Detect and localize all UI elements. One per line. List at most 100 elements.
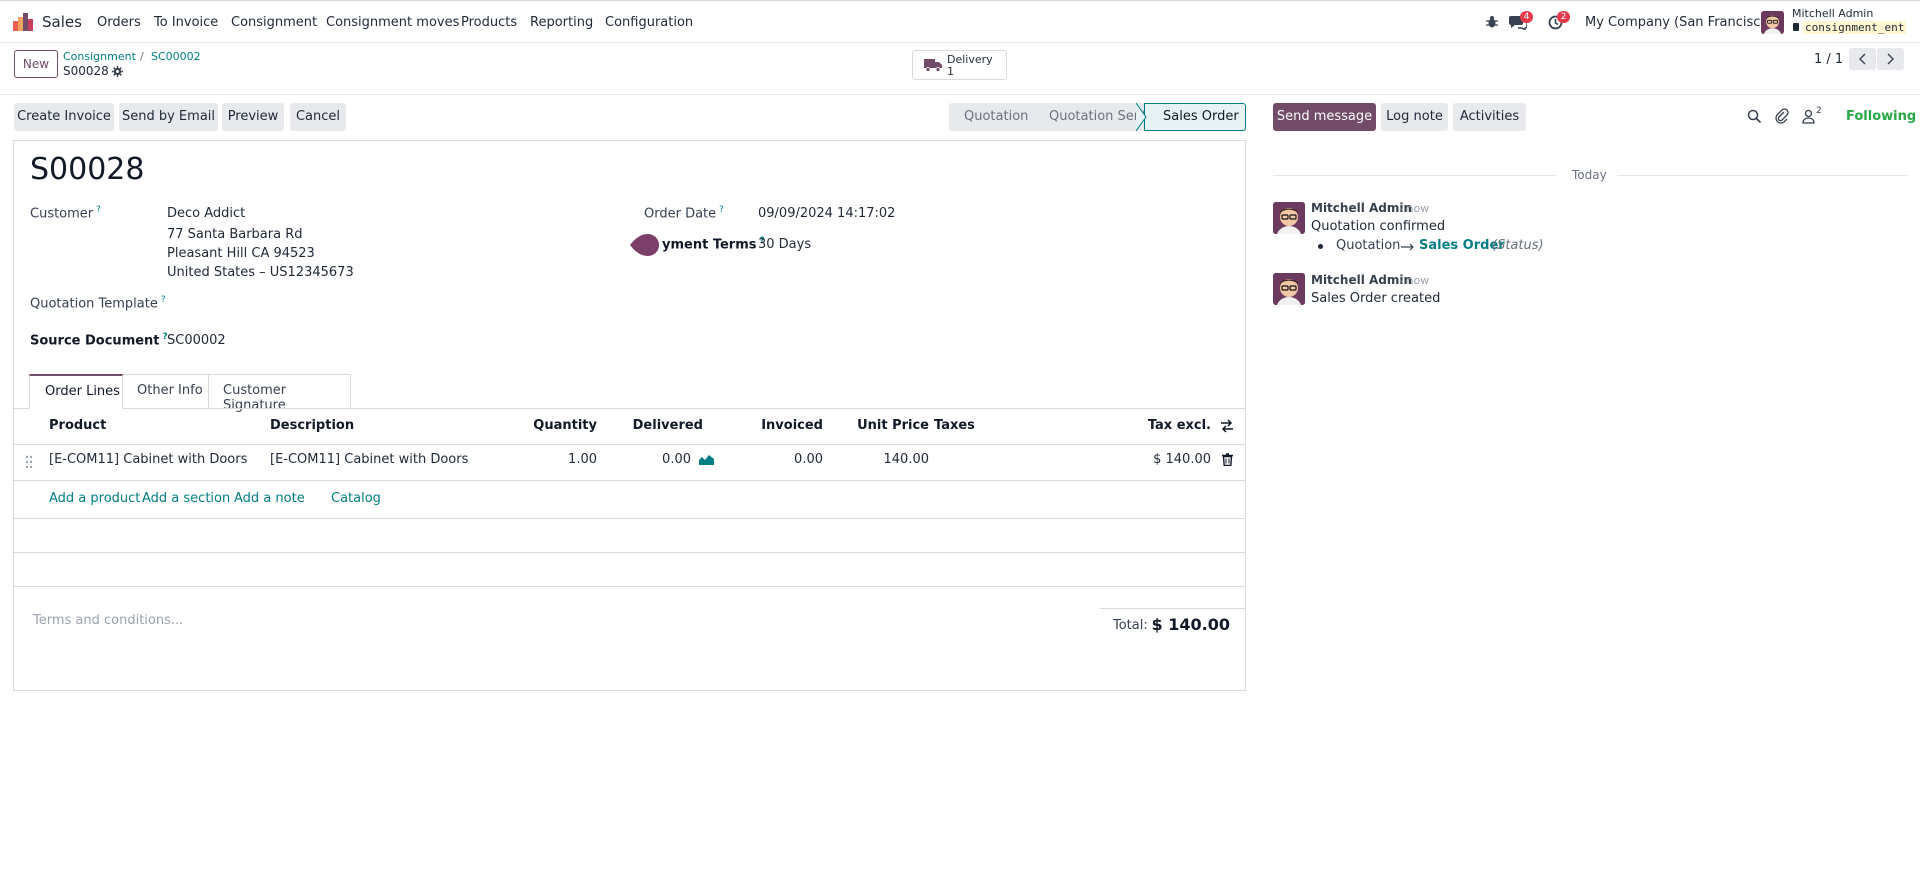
send-by-email-button[interactable]: Send by Email <box>119 103 218 131</box>
source-document-field[interactable]: SC00002 <box>167 333 226 348</box>
pager-value[interactable]: 1 / 1 <box>1814 52 1843 67</box>
menu-configuration[interactable]: Configuration <box>605 15 693 30</box>
followers-user-icon[interactable] <box>1802 109 1815 124</box>
status-sales-order-active[interactable]: Sales Order <box>1144 103 1246 131</box>
app-logo-icon[interactable] <box>13 13 33 31</box>
record-name: S00028 <box>63 64 109 78</box>
breadcrumb-parent[interactable]: Consignment <box>63 50 136 63</box>
forecast-chart-icon[interactable] <box>699 453 714 465</box>
tab-order-lines[interactable]: Order Lines <box>29 374 123 409</box>
column-taxes[interactable]: Taxes <box>934 418 975 433</box>
add-product-link[interactable]: Add a product <box>49 491 140 506</box>
line-invoiced: 0.00 <box>794 452 823 467</box>
user-avatar[interactable] <box>1761 11 1784 34</box>
company-switcher[interactable]: My Company (San Francisco) <box>1585 15 1773 30</box>
status-arrow-icon <box>1136 103 1147 131</box>
empty-row-divider-1 <box>14 518 1245 519</box>
message-body: Quotation confirmed <box>1311 219 1446 234</box>
catalog-link[interactable]: Catalog <box>331 491 381 506</box>
paperclip-icon[interactable] <box>1775 108 1789 124</box>
record-settings-gear-icon[interactable] <box>112 66 123 77</box>
menu-reporting[interactable]: Reporting <box>530 15 593 30</box>
message-author-avatar[interactable] <box>1273 202 1305 234</box>
message-author-avatar-2[interactable] <box>1273 273 1305 305</box>
status-quotation[interactable]: Quotation <box>964 109 1028 124</box>
trash-icon[interactable] <box>1222 453 1233 467</box>
column-tax-excl[interactable]: Tax excl. <box>1148 418 1211 433</box>
database-name: consignment_ent <box>1803 21 1907 34</box>
customer-help-icon[interactable]: ? <box>96 205 101 215</box>
column-invoiced[interactable]: Invoiced <box>761 418 823 433</box>
line-unit-price[interactable]: 140.00 <box>884 452 930 467</box>
top-navbar: Sales Orders To Invoice Consignment Cons… <box>0 0 1920 43</box>
column-description[interactable]: Description <box>270 418 354 433</box>
search-icon[interactable] <box>1747 109 1762 124</box>
menu-products[interactable]: Products <box>461 15 517 30</box>
message-body-2: Sales Order created <box>1311 291 1441 306</box>
app-name[interactable]: Sales <box>42 13 82 31</box>
line-description[interactable]: [E-COM11] Cabinet with Doors <box>270 452 468 467</box>
date-separator-line-right <box>1617 175 1907 176</box>
terms-conditions-input[interactable]: Terms and conditions... <box>33 613 183 628</box>
status-quotation-sent[interactable]: Quotation Sent <box>1049 109 1147 124</box>
user-name[interactable]: Mitchell Admin <box>1792 7 1873 20</box>
order-date-label: Order Date? <box>644 205 724 222</box>
tracking-arrow-icon <box>1401 241 1415 251</box>
followers-count: 2 <box>1816 106 1822 116</box>
message-time-2: - now <box>1399 274 1430 287</box>
customer-label: Customer? <box>30 205 101 222</box>
pager-previous-button[interactable] <box>1849 48 1876 70</box>
preview-button[interactable]: Preview <box>222 103 284 131</box>
tab-other-info[interactable]: Other Info <box>123 374 209 409</box>
log-note-button[interactable]: Log note <box>1381 103 1448 131</box>
add-note-link[interactable]: Add a note <box>234 491 305 506</box>
column-delivered[interactable]: Delivered <box>633 418 703 433</box>
date-separator: Today <box>1572 168 1607 182</box>
column-product[interactable]: Product <box>49 418 106 433</box>
cancel-button[interactable]: Cancel <box>290 103 346 131</box>
message-author-2[interactable]: Mitchell Admin <box>1311 273 1412 287</box>
database-icon <box>1793 23 1799 31</box>
tab-order-lines-label: Order Lines <box>45 384 120 399</box>
create-invoice-button[interactable]: Create Invoice <box>14 103 114 131</box>
customer-field[interactable]: Deco Addict <box>167 206 245 221</box>
menu-consignment[interactable]: Consignment <box>231 15 317 30</box>
quotation-template-help-icon[interactable]: ? <box>161 295 166 305</box>
optional-columns-toggle-icon[interactable] <box>1220 419 1234 433</box>
tracking-old-value: Quotation <box>1336 238 1401 253</box>
menu-to-invoice[interactable]: To Invoice <box>154 15 218 30</box>
source-document-label: Source Document? <box>30 332 168 349</box>
message-author[interactable]: Mitchell Admin <box>1311 201 1412 215</box>
payment-terms-field[interactable]: 30 Days <box>758 237 811 252</box>
column-quantity[interactable]: Quantity <box>533 418 597 433</box>
status-active-label: Sales Order <box>1163 109 1239 124</box>
menu-consignment-moves[interactable]: Consignment moves <box>326 15 459 30</box>
activities-button[interactable]: Activities <box>1453 103 1526 131</box>
following-button[interactable]: Following <box>1846 109 1916 124</box>
line-delivered: 0.00 <box>662 452 691 467</box>
chevron-left-icon <box>1859 53 1866 65</box>
tab-customer-signature[interactable]: Customer Signature <box>209 374 351 413</box>
delivery-smart-button[interactable]: Delivery 1 <box>912 50 1007 80</box>
pager-next-button[interactable] <box>1877 48 1904 70</box>
send-message-button[interactable]: Send message <box>1273 103 1376 131</box>
order-date-field[interactable]: 09/09/2024 14:17:02 <box>758 206 895 221</box>
line-quantity[interactable]: 1.00 <box>568 452 597 467</box>
new-button[interactable]: New <box>14 50 58 78</box>
drag-handle-icon[interactable] <box>25 455 33 469</box>
add-section-link[interactable]: Add a section <box>142 491 230 506</box>
line-subtotal: $ 140.00 <box>1153 452 1211 467</box>
empty-row-divider-3 <box>14 586 1245 587</box>
debug-bug-icon[interactable] <box>1485 15 1499 29</box>
breadcrumb-current[interactable]: SC00002 <box>151 50 201 63</box>
line-product[interactable]: [E-COM11] Cabinet with Doors <box>49 452 247 467</box>
menu-orders[interactable]: Orders <box>97 15 141 30</box>
total-divider <box>1100 608 1245 609</box>
column-unit-price[interactable]: Unit Price <box>857 418 929 433</box>
truck-icon <box>924 58 942 72</box>
order-date-help-icon[interactable]: ? <box>719 205 724 215</box>
messages-count-badge: 4 <box>1520 11 1533 23</box>
delivery-count: 1 <box>947 65 954 78</box>
control-panel: New Consignment / SC00002 S00028 Deliver… <box>0 43 1920 95</box>
address-line-2: Pleasant Hill CA 94523 <box>167 246 315 261</box>
